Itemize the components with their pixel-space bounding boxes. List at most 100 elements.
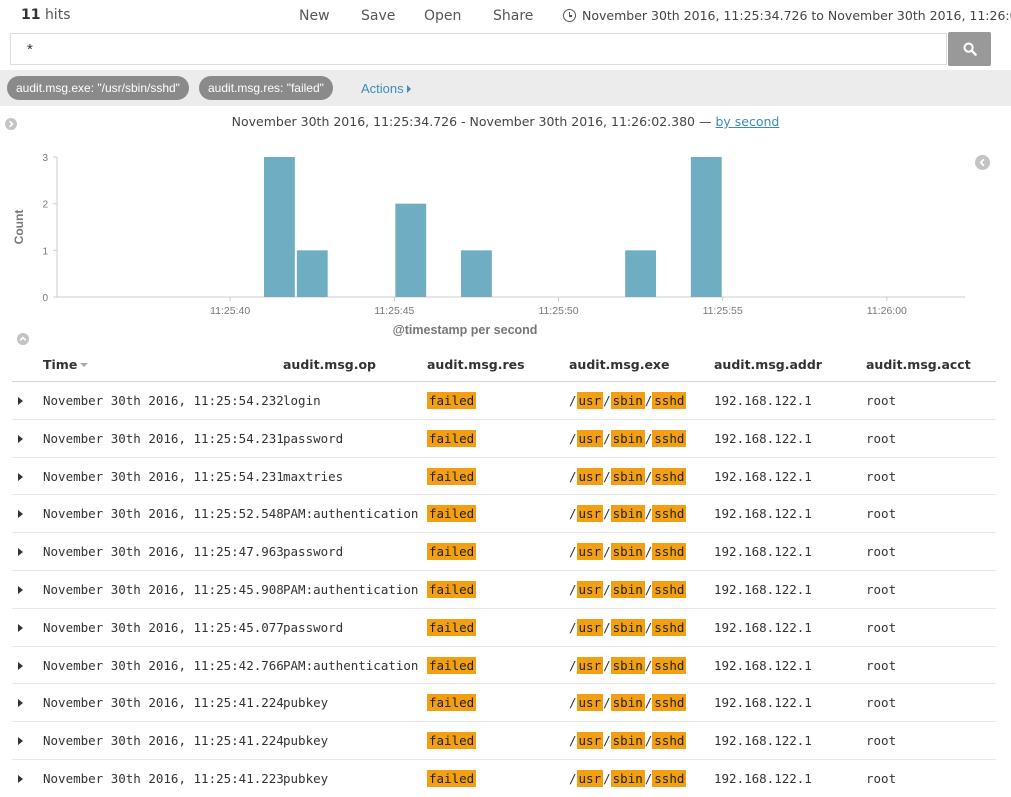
collapse-chart-button[interactable] (17, 333, 29, 345)
cell-time: November 30th 2016, 11:25:52.548 (43, 506, 284, 522)
cell-acct: root (866, 544, 897, 560)
cell-op: PAM:authentication (283, 657, 419, 673)
cell-time: November 30th 2016, 11:25:45.077 (43, 619, 284, 635)
cell-acct: root (866, 506, 897, 522)
highlight-exe-part: usr (576, 732, 604, 750)
cell-exe: / usr / sbin / sshd (569, 694, 687, 712)
expand-row-icon[interactable] (18, 699, 23, 708)
expand-row-icon[interactable] (18, 397, 23, 405)
hits-count: 11 hits (21, 7, 71, 23)
table-row[interactable]: November 30th 2016, 11:25:41.224 pubkey fa… (12, 684, 996, 723)
cell-op: PAM:authentication (283, 506, 419, 522)
expand-row-icon[interactable] (18, 434, 23, 443)
table-row[interactable]: November 30th 2016, 11:25:42.766 PAM:auth… (12, 647, 996, 685)
search-input[interactable]: * (10, 33, 947, 65)
table-row[interactable]: November 30th 2016, 11:25:45.077 password… (12, 609, 996, 647)
cell-exe: / usr / sbin / sshd (569, 392, 687, 409)
column-header-op[interactable]: audit.msg.op (283, 357, 376, 372)
cell-addr: 192.168.122.1 (714, 544, 812, 560)
time-picker[interactable]: November 30th 2016, 11:25:34.726 to Nove… (563, 8, 1011, 23)
expand-row-icon[interactable] (18, 510, 23, 519)
table-row[interactable]: November 30th 2016, 11:25:52.548 PAM:auth… (12, 495, 996, 534)
cell-exe: / usr / sbin / sshd (569, 467, 687, 485)
filter-pill-res[interactable]: audit.msg.res: "failed" (199, 76, 333, 100)
cell-time: November 30th 2016, 11:25:41.224 (43, 695, 284, 711)
column-header-time[interactable]: Time (43, 357, 89, 372)
cell-op: pubkey (283, 733, 329, 749)
highlight-exe-part: sbin (610, 429, 645, 447)
expand-row-icon[interactable] (18, 661, 23, 670)
highlight-exe-part: usr (576, 580, 604, 598)
histogram-title: November 30th 2016, 11:25:34.726 - Novem… (231, 114, 780, 129)
cell-op: maxtries (283, 468, 344, 484)
table-row[interactable]: November 30th 2016, 11:25:54.231 password… (12, 420, 996, 458)
cell-res: failed (427, 392, 477, 410)
highlight-exe-part: usr (576, 429, 604, 447)
expand-row-icon[interactable] (18, 585, 23, 594)
cell-exe: / usr / sbin / sshd (569, 618, 687, 636)
new-button[interactable]: New (299, 8, 330, 24)
share-button[interactable]: Share (493, 8, 533, 24)
expand-row-icon[interactable] (18, 737, 23, 746)
save-button[interactable]: Save (361, 8, 395, 24)
highlight-res: failed (427, 429, 477, 447)
highlight-exe-part: sshd (652, 392, 687, 409)
table-row[interactable]: November 30th 2016, 11:25:54.232 login fai… (12, 382, 996, 420)
open-button[interactable]: Open (424, 8, 461, 24)
highlight-res: failed (427, 656, 477, 674)
highlight-exe-part: sshd (652, 732, 687, 750)
search-button[interactable] (948, 32, 991, 66)
cell-exe: / usr / sbin / sshd (569, 656, 687, 674)
column-header-addr[interactable]: audit.msg.addr (714, 357, 822, 372)
highlight-exe-part: usr (576, 618, 604, 636)
cell-res: failed (427, 618, 477, 637)
table-row[interactable]: November 30th 2016, 11:25:45.908 PAM:auth… (12, 571, 996, 609)
cell-acct: root (866, 695, 897, 711)
highlight-exe-part: sbin (610, 505, 645, 523)
search-icon (963, 42, 977, 56)
cell-op: password (283, 619, 344, 635)
cell-res: failed (427, 505, 477, 523)
highlight-res: failed (427, 467, 477, 485)
clock-icon (563, 9, 576, 22)
cell-res: failed (427, 656, 477, 675)
column-header-exe[interactable]: audit.msg.exe (569, 357, 669, 372)
highlight-exe-part: sbin (610, 467, 645, 485)
expand-row-icon[interactable] (18, 548, 23, 557)
expand-row-icon[interactable] (18, 623, 23, 632)
histogram-chart[interactable]: 0 1 2 3 11:25:40 11:25:45 11:25:50 11:25:55 11:2… (0, 140, 1011, 340)
table-header: Time audit.msg.op audit.msg.res audit.ms… (12, 346, 996, 382)
highlight-res: failed (427, 543, 477, 561)
histogram-bar (690, 157, 722, 297)
column-header-acct[interactable]: audit.msg.acct (866, 357, 971, 372)
table-row[interactable]: November 30th 2016, 11:25:41.223 pubkey fa… (12, 760, 996, 797)
highlight-exe-part: sshd (652, 543, 687, 561)
cell-addr: 192.168.122.1 (714, 393, 812, 408)
x-tick-label: 11:25:50 (538, 305, 578, 317)
highlight-exe-part: sshd (652, 467, 687, 485)
table-row[interactable]: November 30th 2016, 11:25:41.224 pubkey fa… (12, 722, 996, 760)
cell-addr: 192.168.122.1 (714, 619, 812, 635)
highlight-exe-part: sshd (652, 505, 687, 523)
cell-op: password (283, 544, 344, 560)
highlight-exe-part: sshd (652, 769, 687, 787)
filter-pill-exe[interactable]: audit.msg.exe: "/usr/sbin/sshd" (7, 76, 189, 100)
results-table: Time audit.msg.op audit.msg.res audit.ms… (12, 346, 996, 797)
cell-addr: 192.168.122.1 (714, 657, 812, 673)
actions-menu[interactable]: Actions (361, 81, 411, 96)
expand-row-icon[interactable] (18, 472, 23, 481)
table-row[interactable]: November 30th 2016, 11:25:47.963 password… (12, 533, 996, 571)
cell-time: November 30th 2016, 11:25:41.224 (43, 733, 284, 749)
highlight-exe-part: sshd (652, 656, 687, 674)
sort-down-icon[interactable] (80, 363, 89, 367)
table-row[interactable]: November 30th 2016, 11:25:54.231 maxtries… (12, 458, 996, 496)
highlight-exe-part: sbin (610, 618, 645, 636)
x-axis-label: @timestamp per second (393, 323, 538, 337)
cell-time: November 30th 2016, 11:25:47.963 (43, 544, 284, 560)
highlight-res: failed (427, 580, 477, 598)
expand-row-icon[interactable] (18, 774, 23, 783)
interval-link[interactable]: by second (715, 114, 779, 129)
table-body: November 30th 2016, 11:25:54.232 login fai… (12, 382, 996, 797)
highlight-res: failed (427, 392, 477, 409)
column-header-res[interactable]: audit.msg.res (427, 357, 525, 372)
